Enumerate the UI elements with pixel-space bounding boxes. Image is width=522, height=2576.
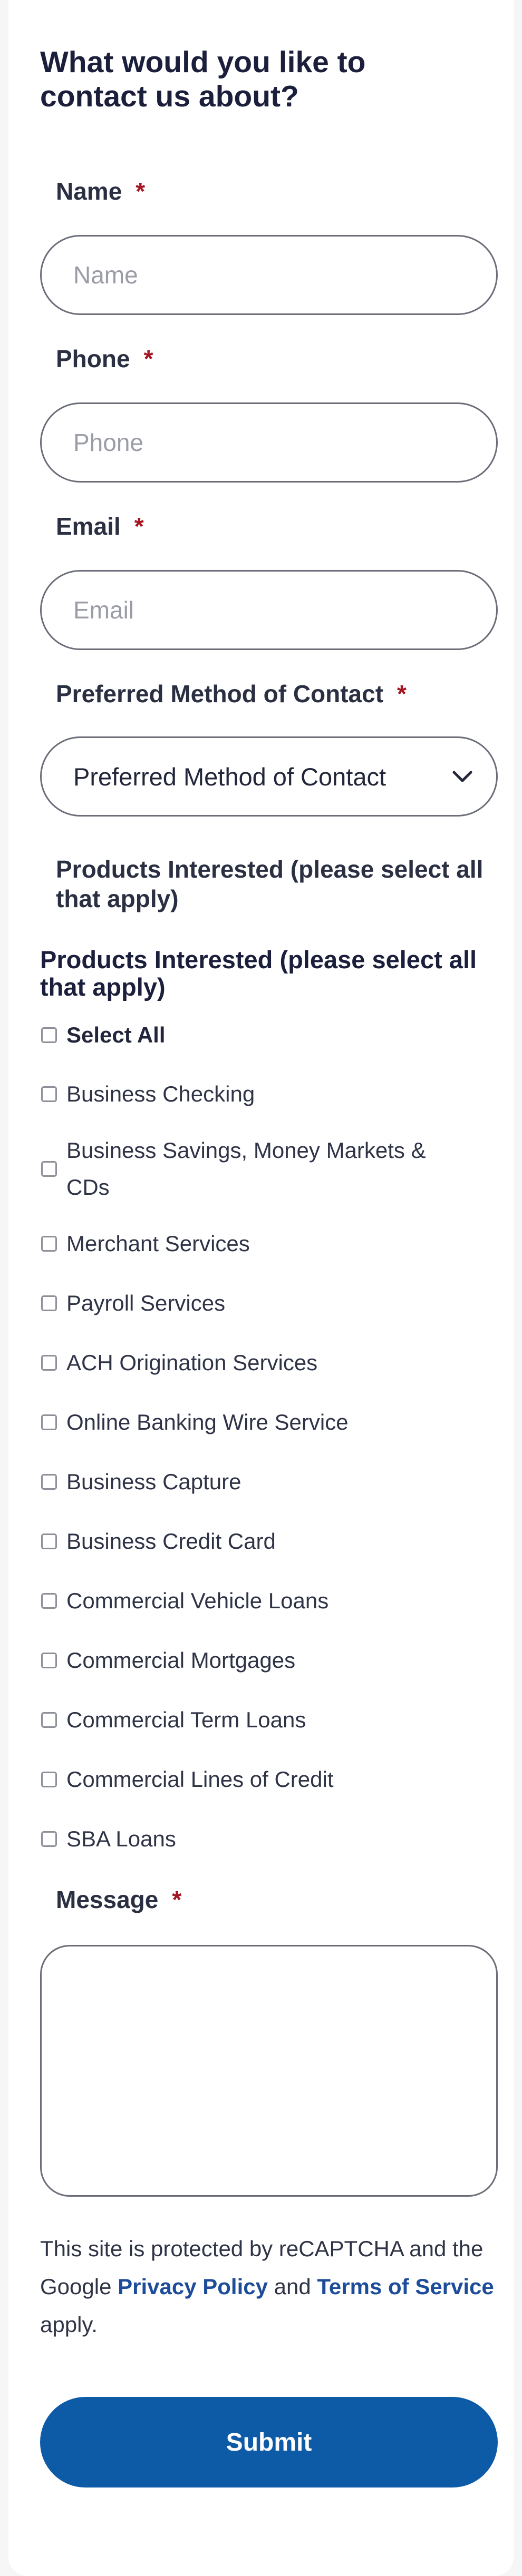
required-marker: *: [397, 680, 407, 707]
product-option[interactable]: Merchant Services: [41, 1225, 484, 1262]
product-label: ACH Origination Services: [66, 1350, 318, 1375]
required-marker: *: [136, 178, 146, 205]
contact-method-select[interactable]: Preferred Method of Contact: [40, 736, 498, 817]
product-checkbox[interactable]: [41, 1653, 57, 1668]
submit-button[interactable]: Submit: [40, 2397, 498, 2487]
chevron-down-icon: [452, 771, 472, 782]
message-label: Message *: [56, 1885, 181, 1914]
name-input[interactable]: [40, 235, 498, 315]
product-option[interactable]: Business Capture: [41, 1463, 484, 1500]
select-all-option[interactable]: Select All: [41, 1017, 484, 1054]
contact-form-card: What would you like to contact us about?…: [8, 0, 514, 2576]
recaptcha-and: and: [274, 2274, 311, 2299]
product-checkbox[interactable]: [41, 1772, 57, 1787]
select-all-checkbox[interactable]: [41, 1027, 57, 1043]
product-checkbox[interactable]: [41, 1712, 57, 1728]
product-checkbox[interactable]: [41, 1086, 57, 1102]
product-option[interactable]: Commercial Term Loans: [41, 1702, 484, 1738]
product-checkbox[interactable]: [41, 1414, 57, 1430]
product-label: Commercial Mortgages: [66, 1648, 296, 1673]
name-label: Name *: [56, 176, 145, 206]
product-option[interactable]: Payroll Services: [41, 1285, 484, 1322]
product-checkbox[interactable]: [41, 1831, 57, 1847]
email-input[interactable]: [40, 570, 498, 650]
product-option[interactable]: SBA Loans: [41, 1821, 484, 1857]
product-label: Business Checking: [66, 1081, 255, 1106]
terms-of-service-link[interactable]: Terms of Service: [317, 2274, 494, 2299]
product-checkbox[interactable]: [41, 1295, 57, 1311]
product-option[interactable]: Commercial Mortgages: [41, 1642, 484, 1679]
products-label: Products Interested (please select all t…: [56, 856, 484, 912]
product-option[interactable]: ACH Origination Services: [41, 1344, 484, 1381]
product-checkbox[interactable]: [41, 1355, 57, 1371]
page: What would you like to contact us about?…: [0, 0, 522, 2576]
required-marker: *: [143, 345, 153, 372]
phone-label: Phone *: [56, 344, 153, 373]
recaptcha-suffix: apply.: [40, 2312, 98, 2337]
recaptcha-notice: This site is protected by reCAPTCHA and …: [40, 2230, 504, 2344]
contact-method-label-text: Preferred Method of Contact: [56, 680, 384, 707]
message-textarea[interactable]: [40, 1945, 498, 2197]
products-legend: Products Interested (please select all t…: [40, 946, 477, 1001]
privacy-policy-link[interactable]: Privacy Policy: [118, 2274, 268, 2299]
product-checkbox[interactable]: [41, 1593, 57, 1609]
contact-method-selected: Preferred Method of Contact: [73, 762, 386, 791]
select-all-label: Select All: [66, 1022, 166, 1047]
email-label: Email *: [56, 512, 144, 541]
product-option[interactable]: Business Savings, Money Markets & CDs: [41, 1132, 484, 1206]
required-marker: *: [172, 1886, 182, 1913]
product-label: SBA Loans: [66, 1826, 176, 1851]
product-label: Commercial Term Loans: [66, 1707, 306, 1732]
product-option[interactable]: Commercial Vehicle Loans: [41, 1582, 484, 1619]
product-checkbox[interactable]: [41, 1533, 57, 1549]
product-label: Business Savings, Money Markets & CDs: [66, 1138, 426, 1199]
product-label: Online Banking Wire Service: [66, 1410, 349, 1434]
product-option[interactable]: Online Banking Wire Service: [41, 1404, 484, 1441]
product-option[interactable]: Commercial Lines of Credit: [41, 1761, 484, 1798]
product-checkbox[interactable]: [41, 1161, 57, 1177]
product-label: Commercial Lines of Credit: [66, 1767, 334, 1792]
required-marker: *: [134, 513, 144, 540]
product-label: Business Credit Card: [66, 1529, 276, 1554]
product-label: Business Capture: [66, 1469, 241, 1494]
message-label-text: Message: [56, 1886, 159, 1913]
form-title: What would you like to contact us about?: [40, 45, 366, 113]
contact-method-label: Preferred Method of Contact *: [56, 679, 407, 709]
phone-input[interactable]: [40, 402, 498, 483]
name-label-text: Name: [56, 178, 122, 205]
product-label: Merchant Services: [66, 1231, 250, 1256]
product-option[interactable]: Business Checking: [41, 1076, 484, 1113]
product-checkbox[interactable]: [41, 1236, 57, 1252]
product-option[interactable]: Business Credit Card: [41, 1523, 484, 1560]
email-label-text: Email: [56, 513, 121, 540]
product-label: Payroll Services: [66, 1291, 226, 1315]
product-checkbox[interactable]: [41, 1474, 57, 1490]
product-label: Commercial Vehicle Loans: [66, 1588, 329, 1613]
phone-label-text: Phone: [56, 345, 130, 372]
